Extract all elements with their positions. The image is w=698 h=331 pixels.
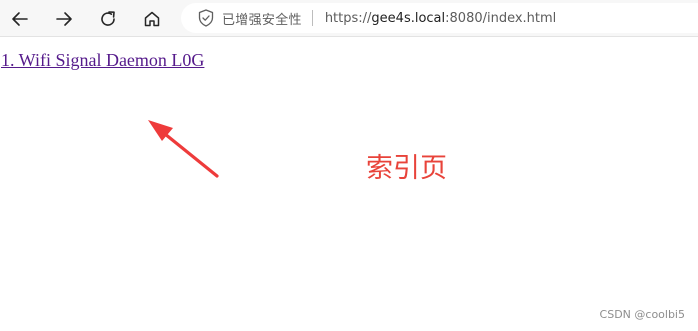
home-button[interactable] [138,5,166,33]
address-bar[interactable]: 已增强安全性 https://gee4s.local:8080/index.ht… [181,3,698,33]
daemon-log-link[interactable]: 1. Wifi Signal Daemon L0G [1,50,204,71]
url-prefix: https:// [324,10,372,26]
back-icon [12,12,28,26]
watermark: CSDN @coolbi5 [599,308,685,321]
address-divider [311,10,313,26]
annotation-label: 索引页 [366,153,447,184]
reload-button[interactable] [94,5,122,33]
url-text[interactable]: https://gee4s.local:8080/index.html [325,11,556,26]
annotation-arrow [148,120,219,178]
home-icon [144,11,160,27]
url-host: gee4s.local [371,10,446,26]
url-path: :8080/index.html [445,10,557,26]
back-button[interactable] [6,5,34,33]
forward-button[interactable] [50,5,78,33]
browser-toolbar: 已增强安全性 https://gee4s.local:8080/index.ht… [0,0,698,37]
forward-icon [56,12,72,26]
shield-icon[interactable] [197,9,215,27]
reload-icon [101,11,115,26]
security-status-label[interactable]: 已增强安全性 [222,9,302,28]
